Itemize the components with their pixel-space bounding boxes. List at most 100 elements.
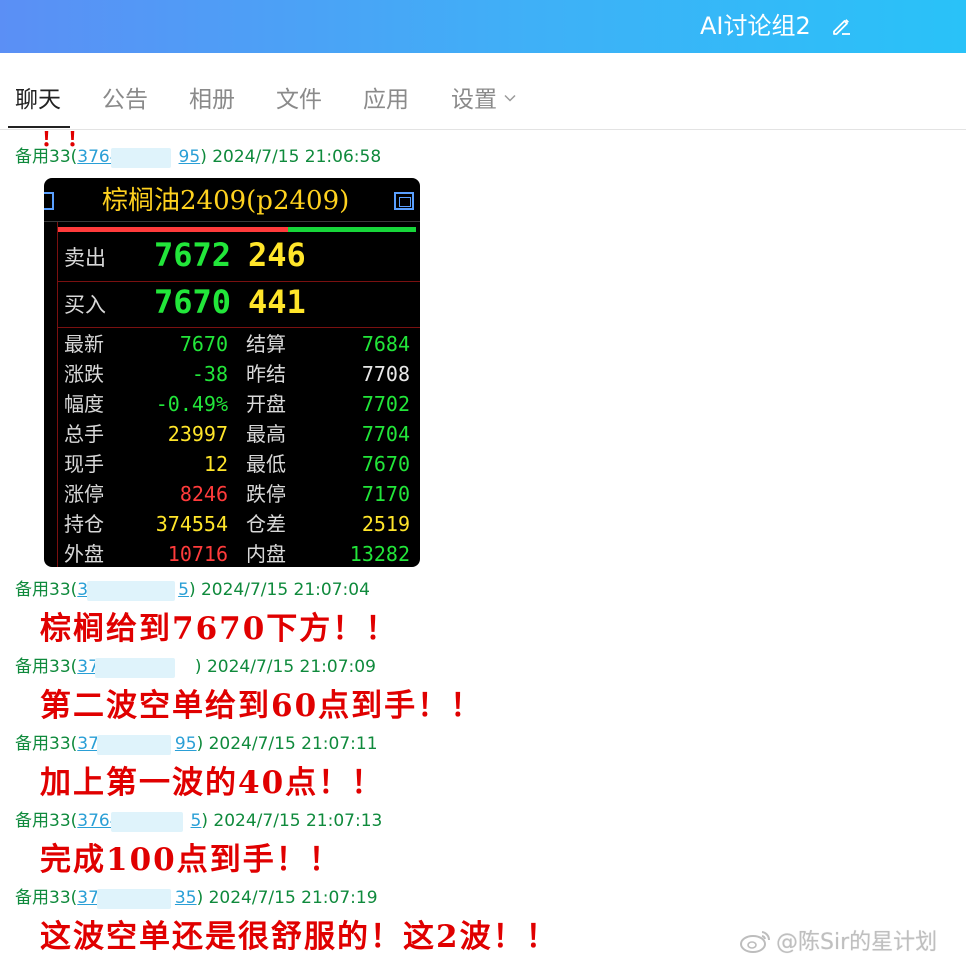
sender-name: 备用33 <box>15 147 71 167</box>
stat-label: 最高 <box>246 422 286 446</box>
sender-uid-link[interactable]: 37 95 <box>77 734 197 755</box>
stat-label: 现手 <box>64 452 104 476</box>
stat-label: 仓差 <box>246 512 286 536</box>
stat-value: 7670 <box>361 452 410 476</box>
stat-label: 涨跌 <box>64 362 104 386</box>
buy-label: 买入 <box>64 293 106 317</box>
stat-value: 374554 <box>155 512 228 536</box>
stat-label: 开盘 <box>246 392 286 416</box>
watermark-text: @陈Sir的星计划 <box>776 930 938 955</box>
tab-apps[interactable]: 应用 <box>363 83 409 117</box>
stat-label: 幅度 <box>64 392 104 416</box>
stat-value: 7170 <box>361 482 410 506</box>
stat-value: 7670 <box>179 332 228 356</box>
quote-screenshot-image[interactable]: 棕榈油2409(p2409) 卖出 7672 246 买入 7670 441 最… <box>44 178 420 567</box>
watermark: @陈Sir的星计划 <box>738 924 937 956</box>
message-text: 棕榈给到7670下方！！ <box>40 611 399 647</box>
sell-label: 卖出 <box>64 246 106 270</box>
uid-end: 5 <box>190 811 202 831</box>
uid-end: 5 <box>178 580 189 600</box>
tab-chat[interactable]: 聊天 <box>15 83 61 117</box>
quote-row: 外盘 10716 内盘 13282 <box>44 539 420 567</box>
stat-value: 2519 <box>361 512 410 536</box>
chevron-down-icon <box>504 94 516 102</box>
message-header: 备用33(3764 5) 2024/7/15 21:07:13 <box>15 811 383 832</box>
stat-label: 总手 <box>64 422 104 446</box>
message-timestamp: 2024/7/15 21:07:11 <box>208 734 378 754</box>
sell-volume: 246 <box>248 236 306 274</box>
stat-value: 7708 <box>361 362 410 386</box>
message-text: 第二波空单给到60点到手！！ <box>40 688 484 724</box>
sender-uid-link[interactable]: 37 <box>77 657 195 678</box>
sender-uid-link[interactable]: 3764 95 <box>77 147 200 168</box>
sender-name: 备用33 <box>15 734 71 754</box>
uid-mask <box>97 889 172 909</box>
chat-history[interactable]: ！！ 备用33(3764 95) 2024/7/15 21:06:58 棕榈油24… <box>0 131 966 962</box>
quote-row: 现手 12 最低 7670 <box>44 449 420 479</box>
message-timestamp: 2024/7/15 21:07:19 <box>208 888 378 908</box>
stat-value: 12 <box>203 452 228 476</box>
quote-row: 涨停 8246 跌停 7170 <box>44 479 420 509</box>
stat-value: -0.49% <box>155 392 228 416</box>
sell-strength-bar <box>58 227 288 232</box>
message-header: 备用33(3764 95) 2024/7/15 21:06:58 <box>15 147 382 168</box>
message-header: 备用33(37 35) 2024/7/15 21:07:19 <box>15 888 378 909</box>
message-text: 完成100点到手！！ <box>40 842 342 878</box>
message-header: 备用33(3 5) 2024/7/15 21:07:04 <box>15 580 370 601</box>
tab-settings-label: 设置 <box>451 87 497 113</box>
weibo-logo <box>740 931 771 953</box>
sender-name: 备用33 <box>15 580 71 600</box>
contract-title: 棕榈油2409(p2409) <box>102 186 350 216</box>
uid-start: 37 <box>77 734 99 754</box>
sell-price: 7672 <box>154 236 232 274</box>
uid-mask <box>87 581 176 601</box>
stat-value: 7684 <box>361 332 410 356</box>
panel-toggle-icon <box>44 192 54 210</box>
quote-row: 持仓 374554 仓差 2519 <box>44 509 420 539</box>
stat-label: 涨停 <box>64 482 104 506</box>
message-timestamp: 2024/7/15 21:07:13 <box>213 811 383 831</box>
uid-mask <box>95 658 176 678</box>
buy-price: 7670 <box>154 283 232 321</box>
message-header: 备用33(37) 2024/7/15 21:07:09 <box>15 657 376 678</box>
stat-value: 7704 <box>361 422 410 446</box>
message-timestamp: 2024/7/15 21:07:04 <box>200 580 370 600</box>
stat-value: -38 <box>191 362 228 386</box>
uid-end: 35 <box>174 888 197 908</box>
stat-label: 跌停 <box>246 482 286 506</box>
stat-label: 外盘 <box>64 542 104 566</box>
sender-name: 备用33 <box>15 811 71 831</box>
message-timestamp: 2024/7/15 21:07:09 <box>206 657 376 677</box>
message-text: 加上第一波的40点！！ <box>40 765 385 801</box>
tab-files[interactable]: 文件 <box>276 83 322 117</box>
quote-row: 总手 23997 最高 7704 <box>44 419 420 449</box>
stat-label: 内盘 <box>246 542 286 566</box>
uid-mask <box>97 735 172 755</box>
uid-mask <box>111 148 172 168</box>
sender-uid-link[interactable]: 3764 5 <box>77 811 202 832</box>
sender-uid-link[interactable]: 37 35 <box>77 888 197 909</box>
uid-mask <box>111 812 184 832</box>
stat-label: 持仓 <box>64 512 104 536</box>
pencil-icon[interactable] <box>830 14 854 38</box>
window-restore-icon <box>394 192 414 210</box>
sender-name: 备用33 <box>15 888 71 908</box>
stat-value: 8246 <box>179 482 228 506</box>
buy-volume: 441 <box>248 283 306 321</box>
uid-start: 37 <box>77 888 99 908</box>
quote-row: 幅度 -0.49% 开盘 7702 <box>44 389 420 419</box>
stat-label: 最新 <box>64 332 104 356</box>
grid-line <box>57 281 420 282</box>
quote-row: 涨跌 -38 昨结 7708 <box>44 359 420 389</box>
tab-announcement[interactable]: 公告 <box>102 83 148 117</box>
stat-label: 结算 <box>246 332 286 356</box>
tab-album[interactable]: 相册 <box>189 83 235 117</box>
sender-uid-link[interactable]: 35 <box>77 580 189 601</box>
tab-bar: 聊天 公告 相册 文件 应用 设置 <box>0 53 966 130</box>
quote-header: 棕榈油2409(p2409) <box>44 178 420 222</box>
tab-settings[interactable]: 设置 <box>451 83 517 117</box>
buy-strength-bar <box>288 227 416 232</box>
message-text: 这波空单还是很舒服的！这2波！！ <box>40 919 559 955</box>
stat-label: 最低 <box>246 452 286 476</box>
sender-name: 备用33 <box>15 657 71 677</box>
